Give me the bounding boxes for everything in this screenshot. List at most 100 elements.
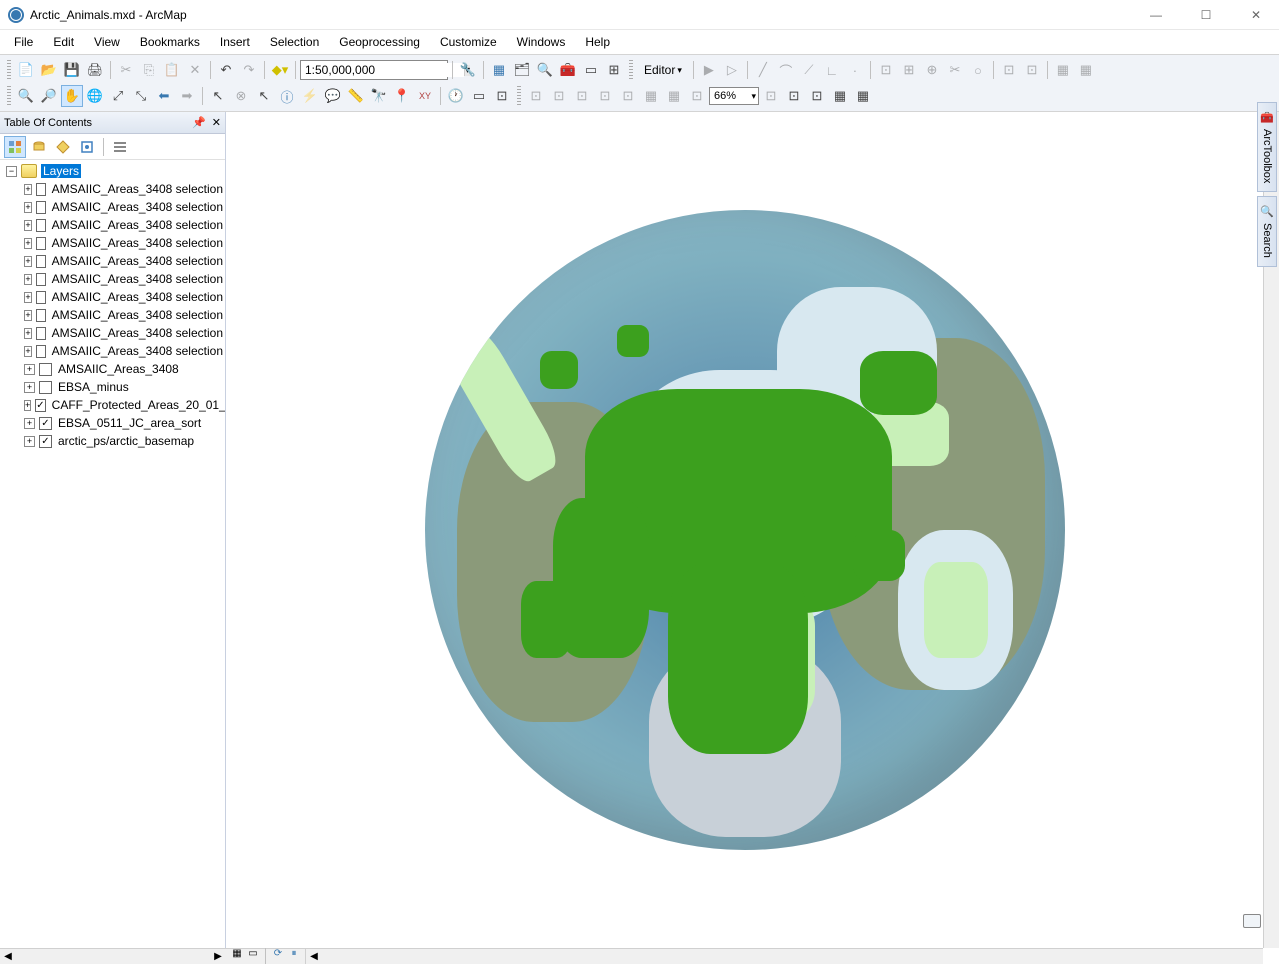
refresh-indicator-icon[interactable] [1243,914,1261,928]
create-features[interactable]: ▦ [1075,59,1097,81]
layer-checkbox[interactable] [36,345,45,358]
layer-label[interactable]: AMSAIIC_Areas_3408 selection [50,272,225,286]
layer-label[interactable]: CAFF_Protected_Areas_20_01_2 [50,398,225,412]
layer-checkbox[interactable] [39,381,52,394]
layer-label[interactable]: EBSA_0511_JC_area_sort [56,416,203,430]
layer-row[interactable]: +arctic_ps/arctic_basemap [18,432,225,450]
attributes-button[interactable]: ⊡ [1021,59,1043,81]
layer-checkbox[interactable] [39,435,52,448]
layout-tool-e[interactable]: ▦ [852,85,874,107]
layer-row[interactable]: +AMSAIIC_Areas_3408 [18,360,225,378]
delete-button[interactable]: ✕ [184,59,206,81]
expand-icon[interactable]: + [24,202,32,213]
straight-segment[interactable]: ╱ [752,59,774,81]
toc-pin-icon[interactable]: 📌 [192,116,206,129]
scroll-right-icon[interactable]: ▶ [210,949,226,964]
expand-icon[interactable]: + [24,238,32,249]
reshape-feature[interactable]: ⊕ [921,59,943,81]
go-forward-button[interactable]: ➡ [176,85,198,107]
full-extent-button[interactable]: 🌐 [84,85,106,107]
cut-polygons[interactable]: ✂ [944,59,966,81]
toolbar-grip[interactable] [7,86,11,106]
layer-checkbox[interactable] [39,417,52,430]
new-button[interactable]: 📄 [15,59,37,81]
menu-insert[interactable]: Insert [210,33,260,51]
layer-checkbox[interactable] [36,273,45,286]
toolbar-grip[interactable] [629,60,633,80]
layer-label[interactable]: EBSA_minus [56,380,131,394]
editor-toolbar-button[interactable]: 🔧 [457,59,479,81]
midpoint[interactable]: · [844,59,866,81]
expand-icon[interactable]: + [24,220,32,231]
save-button[interactable]: 💾 [61,59,83,81]
layout-rotate[interactable]: ⊡ [594,85,616,107]
end-point-arc[interactable]: ⌒ [775,59,797,81]
layer-row[interactable]: + CAFF_Protected_Areas_20_01_2 [18,396,225,414]
layout-distribute[interactable]: ⊡ [571,85,593,107]
redo-button[interactable]: ↷ [238,59,260,81]
layout-align[interactable]: ⊡ [548,85,570,107]
menu-bookmarks[interactable]: Bookmarks [130,33,210,51]
map-scale-input[interactable] [301,63,464,77]
print-button[interactable]: 🖨 [84,59,106,81]
scroll-left-icon[interactable]: ◀ [0,949,16,964]
layer-row[interactable]: + AMSAIIC_Areas_3408 selection [18,234,225,252]
toc-window-button[interactable]: ▦ [488,59,510,81]
find-button[interactable]: 🔭 [368,85,390,107]
layout-view-button[interactable]: ▭ [246,948,260,962]
layers-label[interactable]: Layers [41,164,81,178]
fixed-zoom-in[interactable]: ⤢ [107,85,129,107]
menu-windows[interactable]: Windows [507,33,576,51]
layer-label[interactable]: AMSAIIC_Areas_3408 selection [50,218,225,232]
menu-file[interactable]: File [4,33,43,51]
search-tab[interactable]: 🔍 Search [1257,196,1277,267]
identify-button[interactable]: ⓘ [276,85,298,107]
map-scale-combo[interactable]: ▾ [300,60,448,80]
cut-button[interactable]: ✂ [115,59,137,81]
list-by-visibility[interactable] [52,136,74,158]
layout-group[interactable]: ▦ [640,85,662,107]
open-button[interactable]: 📂 [38,59,60,81]
layer-checkbox[interactable] [36,201,45,214]
viewer-window-button[interactable]: ⊡ [491,85,513,107]
scroll-left-icon[interactable]: ◀ [306,951,322,962]
measure-button[interactable]: 📏 [345,85,367,107]
menu-selection[interactable]: Selection [260,33,329,51]
layers-root[interactable]: − Layers [0,162,225,180]
layout-ungroup[interactable]: ▦ [663,85,685,107]
arctoolbox-tab[interactable]: 🧰 ArcToolbox [1257,102,1277,192]
expand-icon[interactable]: + [24,256,32,267]
layer-checkbox[interactable] [39,363,52,376]
expand-icon[interactable]: + [24,400,31,411]
toc-close-icon[interactable]: ✕ [212,116,221,129]
layer-label[interactable]: AMSAIIC_Areas_3408 selection [50,236,225,250]
minimize-button[interactable]: — [1141,8,1171,22]
expand-icon[interactable]: + [24,184,32,195]
layer-row[interactable]: +AMSAIIC_Areas_3408 selection [18,252,225,270]
toolbar-grip[interactable] [517,86,521,106]
layer-checkbox[interactable] [36,327,45,340]
expand-icon[interactable]: − [6,166,17,177]
layer-row[interactable]: +AMSAIIC_Areas_3408 selection [18,180,225,198]
hyperlink-button[interactable]: ⚡ [299,85,321,107]
menu-customize[interactable]: Customize [430,33,507,51]
toolbar-grip[interactable] [7,60,11,80]
split-tool[interactable]: ○ [967,59,989,81]
layer-row[interactable]: +AMSAIIC_Areas_3408 selection [18,342,225,360]
layer-label[interactable]: AMSAIIC_Areas_3408 selection [50,344,225,358]
edit-vertices[interactable]: ⊞ [898,59,920,81]
layer-label[interactable]: arctic_ps/arctic_basemap [56,434,196,448]
menu-help[interactable]: Help [575,33,620,51]
expand-icon[interactable]: + [24,310,32,321]
layout-tool-c[interactable]: ⊡ [806,85,828,107]
fixed-zoom-out[interactable]: ⤡ [130,85,152,107]
layer-row[interactable]: +AMSAIIC_Areas_3408 selection [18,270,225,288]
zoom-in-button[interactable]: 🔍 [15,85,37,107]
edit-tool[interactable]: ▶ [698,59,720,81]
close-button[interactable]: ✕ [1241,8,1271,22]
layer-checkbox[interactable] [36,219,45,232]
layout-order[interactable]: ⊡ [617,85,639,107]
layer-row[interactable]: + AMSAIIC_Areas_3408 selection [18,216,225,234]
copy-button[interactable]: ⎘ [138,59,160,81]
list-by-selection[interactable] [76,136,98,158]
